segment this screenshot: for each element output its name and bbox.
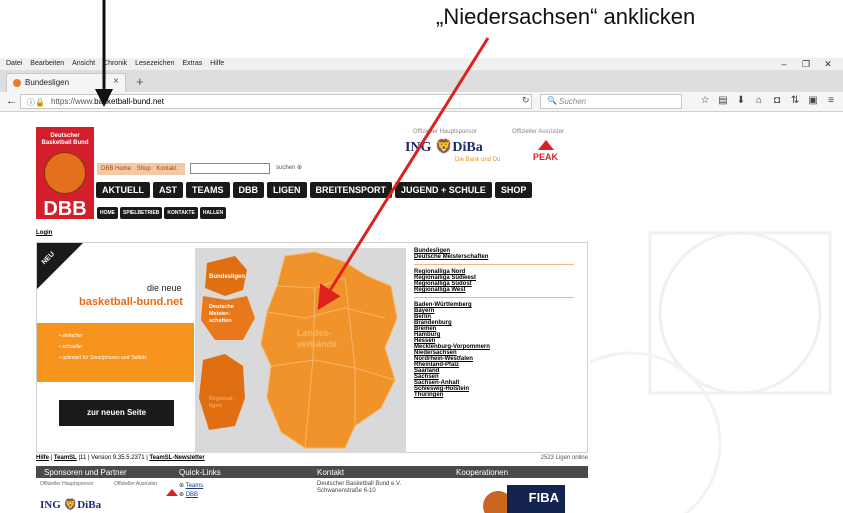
screenshot: „Niedersachsen“ anklicken Datei Bearbeit… [0, 0, 843, 513]
map-pointer-arrow [317, 37, 490, 311]
annotation-arrows [95, 0, 490, 311]
